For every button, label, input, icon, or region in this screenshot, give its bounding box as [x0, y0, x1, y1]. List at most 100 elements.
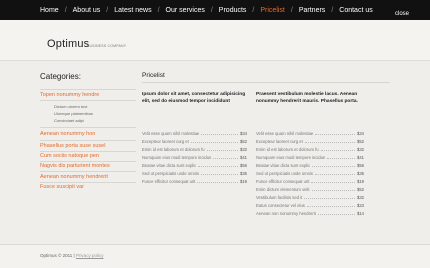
price-item-name: Sed ut perspiciatis unde omnis	[142, 170, 200, 176]
categories-title: Categories:	[40, 72, 81, 81]
dot-leader	[304, 197, 355, 199]
price-item-name: Fusce efficitur consequat urit	[256, 178, 310, 184]
price-item-name: Numquam eius modi tempore incidun	[142, 154, 212, 160]
dot-leader	[198, 165, 238, 167]
dot-leader	[312, 165, 355, 167]
divider	[40, 140, 136, 141]
price-item-name: Beatae vitae dicta sunt explic	[142, 162, 197, 168]
category-link[interactable]: Nagvis dis parturient montes	[40, 163, 110, 169]
nav-our-services[interactable]: Our services	[166, 7, 205, 14]
dot-leader	[311, 181, 355, 183]
privacy-policy-link[interactable]: Privacy policy	[76, 253, 104, 258]
price-item-name: Velit esse quam nihil molestiae	[142, 130, 200, 136]
price-item-name: Beatae vitae dicta sunt explic	[256, 162, 311, 168]
price-row: Vestibulum facilisis sed it $32	[256, 194, 364, 200]
categories-sidebar: Categories:	[40, 72, 140, 81]
dot-leader	[327, 157, 355, 159]
divider	[40, 151, 136, 152]
category-link[interactable]: Fusce suscipit var	[40, 184, 84, 190]
dot-leader	[197, 181, 238, 183]
price-value: $41	[240, 154, 247, 160]
nav-partners[interactable]: Partners	[299, 7, 325, 14]
nav-latest-news[interactable]: Latest news	[114, 7, 151, 14]
price-value: $19	[240, 178, 247, 184]
price-item-name: Enim dictum elementum velit	[256, 186, 310, 192]
nav-products[interactable]: Products	[219, 7, 247, 14]
dot-leader	[201, 133, 238, 135]
price-value: $32	[357, 146, 364, 152]
price-item-name: Enim id est laborum et dolorum fu	[256, 146, 319, 152]
nav-separator: /	[106, 6, 109, 14]
price-value: $32	[240, 146, 247, 152]
price-row: Fusce efficitur consequat urit $19	[142, 178, 247, 184]
category-link[interactable]: Cum sociis natoque pen	[40, 153, 99, 159]
price-row: Excepteur laoreet curg et $52	[256, 138, 364, 144]
category-link[interactable]: Aenean nonummy hendrerit	[40, 174, 108, 180]
price-row: Excepteur laoreet curg et $52	[142, 138, 247, 144]
price-item-name: Sed ut perspiciatis unde omnis	[256, 170, 314, 176]
main-nav: Home / About us / Latest news / Our service…	[40, 0, 373, 20]
footer-copyright: Optimus © 2011 | Privacy policy	[40, 253, 103, 258]
price-item-name: Numquam eius modi tempore incidun	[256, 154, 326, 160]
price-item-name: Excepteur laoreet curg et	[256, 138, 303, 144]
price-row: Beatae vitae dicta sunt explic $56	[142, 162, 247, 168]
price-row: Velit esse quam nihil molestiae $34	[256, 130, 364, 136]
price-row: Enim id est laborum et dolorum fu $32	[256, 146, 364, 152]
divider	[40, 171, 136, 172]
dot-leader	[206, 149, 238, 151]
price-row: Aenean non nonummy hendrerit $14	[256, 210, 364, 216]
price-row: Enim dictum elementum velit $52	[256, 186, 364, 192]
price-value: $56	[357, 162, 364, 168]
subcategory-link[interactable]: Dictum ulorem tuvt	[54, 104, 87, 109]
price-value: $52	[240, 138, 247, 144]
price-value: $35	[240, 170, 247, 176]
price-value: $52	[357, 186, 364, 192]
category-link[interactable]: Aenean nonummy hon	[40, 131, 95, 137]
divider	[142, 82, 390, 83]
divider	[40, 89, 136, 90]
subcategory-link[interactable]: Uloreque platnemibus	[54, 111, 93, 116]
price-row: Velit esse quam nihil molestiae $34	[142, 130, 247, 136]
price-value: $56	[240, 162, 247, 168]
dot-leader	[306, 205, 355, 207]
price-value: $14	[357, 210, 364, 216]
dot-leader	[201, 173, 238, 175]
logo-name[interactable]: Optimus	[47, 38, 89, 50]
divider	[40, 161, 136, 162]
dot-leader	[315, 173, 355, 175]
dot-leader	[311, 189, 355, 191]
nav-home[interactable]: Home	[40, 7, 59, 14]
dot-leader	[317, 213, 355, 215]
copyright-text: Optimus © 2011 |	[40, 253, 75, 258]
dot-leader	[315, 133, 355, 135]
category-link[interactable]: Phasellus porta suse susel	[40, 143, 105, 149]
nav-contact-us[interactable]: Contact us	[339, 7, 372, 14]
dot-leader	[304, 141, 355, 143]
category-link[interactable]: Topen nonummy hendre	[40, 92, 99, 98]
nav-separator: /	[157, 6, 160, 14]
price-value: $23	[357, 202, 364, 208]
nav-about-us[interactable]: About us	[73, 7, 101, 14]
price-item-name: Eatus consectetur vel elus	[256, 202, 305, 208]
price-value: $35	[357, 170, 364, 176]
subcategory-link[interactable]: Convirctaet adipi	[54, 118, 84, 123]
price-value: $41	[357, 154, 364, 160]
price-row: Eatus consectetur vel elus $23	[256, 202, 364, 208]
price-value: $34	[357, 130, 364, 136]
price-value: $19	[357, 178, 364, 184]
price-value: $52	[357, 138, 364, 144]
nav-separator: /	[252, 6, 255, 14]
nav-separator: /	[210, 6, 213, 14]
nav-pricelist[interactable]: Pricelist	[260, 7, 285, 14]
dot-leader	[213, 157, 238, 159]
nav-separator: /	[64, 6, 67, 14]
price-item-name: Enim id est laborum et dolorum fu	[142, 146, 205, 152]
price-value: $32	[357, 194, 364, 200]
pricelist-title: Pricelist	[142, 72, 165, 79]
price-row: Sed ut perspiciatis unde omnis $35	[256, 170, 364, 176]
price-row: Fusce efficitur consequat urit $19	[256, 178, 364, 184]
logo-tagline: BUSINESS COMPANY	[87, 44, 127, 48]
divider	[40, 127, 136, 128]
divider	[40, 100, 136, 101]
price-value: $34	[240, 130, 247, 136]
